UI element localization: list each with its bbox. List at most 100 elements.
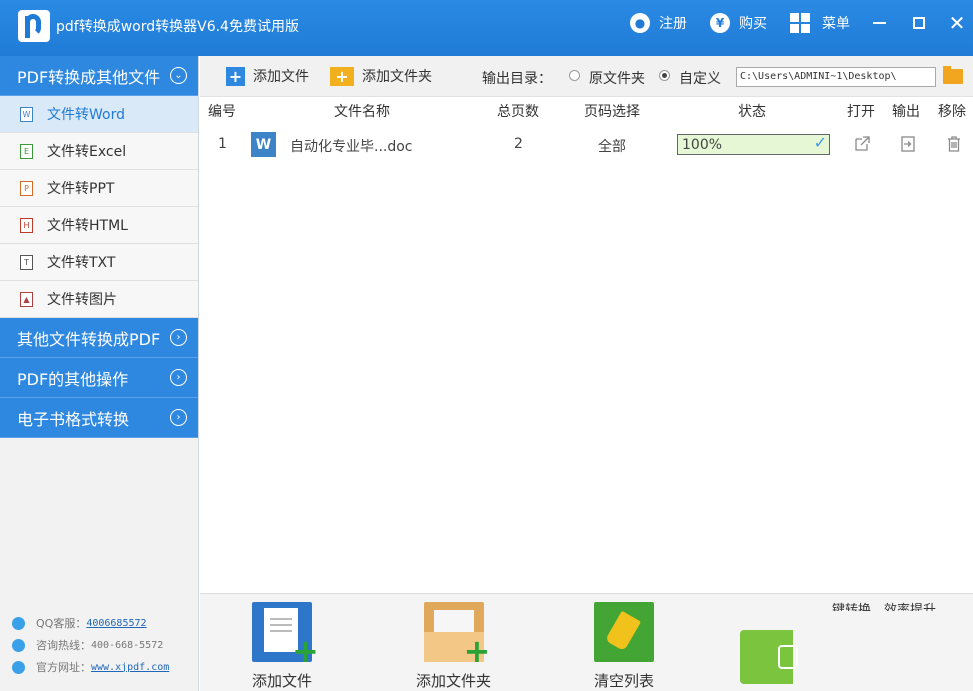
broom-icon	[594, 602, 654, 662]
radio-original-folder[interactable]	[569, 70, 580, 81]
play-icon	[778, 645, 798, 669]
clear-list-button[interactable]: 清空列表	[594, 602, 654, 691]
qq-link[interactable]: 4006685572	[86, 618, 146, 629]
bottom-action-bar: + 添加文件 + 添加文件夹 清空列表 键转换，效率提升	[200, 593, 973, 691]
radio-custom-folder[interactable]	[659, 70, 670, 81]
table-row[interactable]: 1 W 自动化专业毕...doc 2 全部 100% ✓	[200, 127, 973, 163]
start-convert-button[interactable]	[740, 630, 798, 684]
trash-icon[interactable]	[945, 135, 963, 153]
sidebar-section-label: PDF的其他操作	[17, 369, 129, 389]
maximize-button[interactable]	[904, 10, 934, 36]
col-total-pages: 总页数	[497, 104, 539, 120]
maximize-icon	[913, 17, 925, 29]
row-number: 1	[218, 136, 227, 152]
bottom-add-file-label: 添加文件	[252, 672, 313, 690]
file-table-header: 编号 文件名称 总页数 页码选择 状态 打开 输出 移除	[200, 97, 973, 121]
output-path-field[interactable]: C:\Users\ADMINI~1\Desktop\	[736, 67, 936, 87]
col-output: 输出	[892, 104, 920, 120]
row-file-name: 自动化专业毕...doc	[290, 139, 413, 155]
output-icon[interactable]	[899, 135, 917, 153]
image-file-icon: ▲	[20, 291, 33, 307]
website-link[interactable]: www.xjpdf.com	[91, 662, 169, 673]
yen-icon: ¥	[710, 13, 730, 33]
sidebar-section-label: PDF转换成其他文件	[17, 67, 161, 87]
word-file-icon: W	[20, 106, 33, 122]
phone-icon	[12, 638, 25, 652]
excel-file-icon: E	[20, 143, 33, 159]
custom-folder-label: 自定义	[679, 71, 721, 87]
hotline-row: 咨询热线： 400-668-5572	[12, 634, 169, 656]
sidebar-item-to-excel[interactable]: E 文件转Excel	[0, 133, 198, 170]
col-status: 状态	[738, 104, 766, 120]
sidebar-section-ebook[interactable]: 电子书格式转换 ›	[0, 398, 198, 438]
sidebar-item-to-word[interactable]: W 文件转Word	[0, 96, 198, 133]
chevron-down-icon: ⌄	[170, 67, 187, 84]
sidebar-section-other-to-pdf[interactable]: 其他文件转换成PDF ›	[0, 318, 198, 358]
toolbar: + 添加文件 + 添加文件夹 输出目录： 原文件夹 自定义 C:\Users\A…	[200, 56, 973, 97]
app-logo-icon	[18, 10, 50, 42]
hotline-value: 400-668-5572	[91, 639, 164, 651]
check-icon: ✓	[813, 133, 827, 152]
close-icon: ✕	[948, 11, 966, 35]
grid-icon	[790, 13, 810, 33]
register-label: 注册	[659, 16, 687, 32]
sidebar-item-label: 文件转PPT	[47, 181, 115, 197]
txt-file-icon: T	[20, 254, 33, 270]
sidebar-section-label: 电子书格式转换	[17, 409, 130, 429]
buy-button[interactable]: ¥ 购买	[710, 12, 767, 34]
bottom-add-folder-button[interactable]: + 添加文件夹	[416, 602, 491, 691]
contact-info: QQ客服： 4006685572 咨询热线： 400-668-5572 官方网址…	[12, 612, 169, 678]
sidebar-item-to-txt[interactable]: T 文件转TXT	[0, 244, 198, 281]
minimize-icon	[872, 22, 886, 24]
hotline-label: 咨询热线：	[36, 639, 91, 652]
tip-text: 键转换，效率提升	[832, 603, 937, 611]
bottom-add-file-button[interactable]: + 添加文件	[252, 602, 319, 691]
row-total-pages: 2	[514, 136, 523, 152]
menu-button[interactable]: 菜单	[790, 12, 850, 34]
sidebar-item-to-image[interactable]: ▲ 文件转图片	[0, 281, 198, 318]
col-page-range: 页码选择	[584, 104, 640, 120]
progress-text: 100%	[682, 137, 723, 153]
title-bar: pdf转换成word转换器V6.4免费试用版 ● 注册 ¥ 购买 菜单 ✕	[0, 0, 973, 56]
word-doc-icon: W	[251, 132, 276, 157]
qq-icon	[12, 616, 25, 630]
html-file-icon: H	[20, 217, 33, 233]
col-remove: 移除	[938, 104, 966, 120]
col-number: 编号	[208, 104, 236, 120]
add-file-button[interactable]: + 添加文件	[226, 66, 309, 86]
browser-icon	[12, 660, 25, 674]
add-folder-label: 添加文件夹	[362, 69, 432, 85]
sidebar-item-label: 文件转Excel	[47, 144, 127, 160]
sidebar-item-label: 文件转TXT	[47, 255, 116, 271]
buy-label: 购买	[739, 16, 767, 32]
status-progress-bar: 100% ✓	[677, 133, 830, 155]
window-title: pdf转换成word转换器V6.4免费试用版	[56, 19, 299, 35]
original-folder-label: 原文件夹	[589, 71, 645, 87]
ppt-file-icon: P	[20, 180, 33, 196]
sidebar: PDF转换成其他文件 ⌄ W 文件转Word E 文件转Excel P 文件转P…	[0, 56, 199, 691]
close-button[interactable]: ✕	[942, 10, 972, 36]
plus-icon: +	[226, 66, 245, 86]
bottom-add-folder-label: 添加文件夹	[416, 672, 492, 690]
chevron-right-icon: ›	[170, 329, 187, 346]
qq-support-row: QQ客服： 4006685572	[12, 612, 169, 634]
open-external-icon[interactable]	[853, 135, 871, 153]
sidebar-item-label: 文件转Word	[47, 107, 125, 123]
menu-label: 菜单	[822, 16, 850, 32]
add-file-icon: +	[252, 602, 319, 667]
output-dir-label: 输出目录：	[482, 71, 552, 87]
sidebar-section-pdf-to-other[interactable]: PDF转换成其他文件 ⌄	[0, 56, 198, 96]
website-label: 官方网址：	[36, 661, 91, 674]
row-page-range[interactable]: 全部	[598, 136, 626, 156]
register-button[interactable]: ● 注册	[630, 12, 687, 34]
chevron-right-icon: ›	[170, 369, 187, 386]
sidebar-item-to-html[interactable]: H 文件转HTML	[0, 207, 198, 244]
minimize-button[interactable]	[864, 10, 894, 36]
folder-icon[interactable]	[943, 66, 963, 84]
add-folder-icon: +	[423, 602, 490, 667]
sidebar-section-pdf-other-ops[interactable]: PDF的其他操作 ›	[0, 358, 198, 398]
website-row: 官方网址： www.xjpdf.com	[12, 656, 169, 678]
qq-label: QQ客服：	[36, 617, 87, 630]
add-folder-button[interactable]: + 添加文件夹	[330, 66, 432, 86]
sidebar-item-to-ppt[interactable]: P 文件转PPT	[0, 170, 198, 207]
